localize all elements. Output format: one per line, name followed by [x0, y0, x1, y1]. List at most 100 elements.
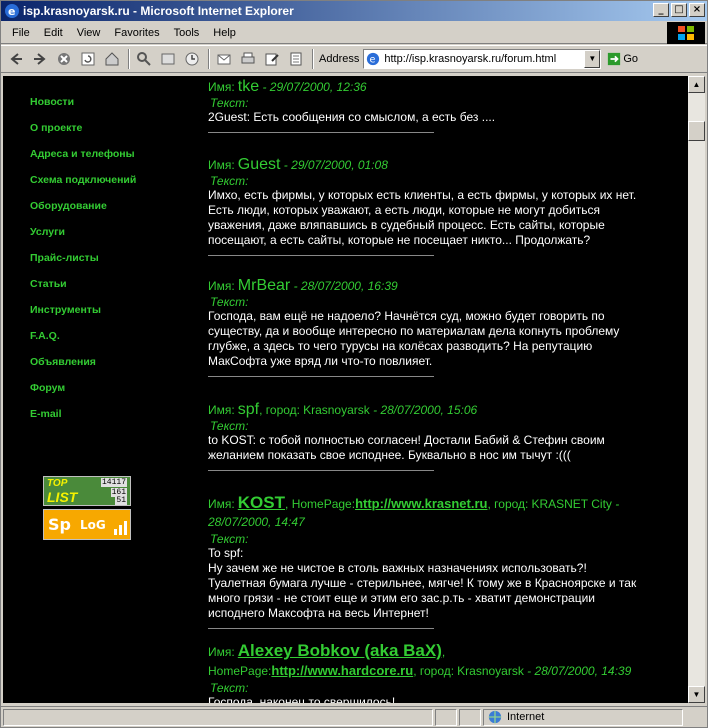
homepage-link[interactable]: http://www.krasnet.ru [355, 496, 487, 511]
author-city: KRASNET City [531, 497, 612, 511]
page-icon: e [367, 52, 380, 66]
nav-email[interactable]: E-mail [30, 406, 136, 432]
author-name-link[interactable]: KOST [238, 493, 285, 512]
stop-button[interactable] [53, 48, 75, 70]
author-name: spf [237, 401, 260, 418]
menu-help[interactable]: Help [206, 25, 243, 41]
post-divider [208, 132, 434, 133]
forward-button[interactable] [29, 48, 51, 70]
status-panel-lock [435, 708, 457, 726]
svg-text:e: e [8, 5, 15, 18]
post-date: 28/07/2000, 15:06 [380, 403, 478, 417]
go-label: Go [623, 53, 639, 65]
back-button[interactable] [5, 48, 27, 70]
status-panel-zone: Internet [483, 708, 683, 726]
address-bar[interactable]: e http://isp.krasnoyarsk.ru/forum.html ▼ [363, 49, 602, 69]
bar-chart-icon [114, 521, 127, 535]
nav-tools[interactable]: Инструменты [30, 302, 136, 328]
scroll-up-button[interactable]: ▲ [688, 76, 705, 93]
text-label: Текст: [210, 681, 249, 695]
city-label: город: [494, 497, 529, 511]
text-label: Текст: [210, 174, 249, 188]
minimize-button[interactable]: _ [653, 3, 669, 17]
nav-articles[interactable]: Статьи [30, 276, 136, 302]
nav-faq[interactable]: F.A.Q. [30, 328, 136, 354]
toolbar-separator [312, 49, 314, 69]
mail-button[interactable] [213, 48, 235, 70]
menu-view[interactable]: View [70, 25, 108, 41]
toplist-list-text: LIST [47, 489, 78, 505]
nav-contacts[interactable]: Адреса и телефоны [30, 146, 136, 172]
print-button[interactable] [237, 48, 259, 70]
go-arrow-icon [608, 52, 621, 66]
splog-counter-badge[interactable]: Sp LoG [43, 509, 131, 540]
site-nav: Новости О проекте Адреса и телефоны Схем… [30, 94, 136, 432]
toplist-count-3: 51 [115, 496, 127, 505]
discuss-icon [290, 52, 302, 66]
author-name: Guest [237, 156, 281, 173]
forum-post: Имя: spf, город: Krasnoyarsk - 28/07/200… [208, 401, 640, 471]
post-body: Господа, вам ещё не надоело? Начнётся су… [208, 309, 620, 368]
nav-announcements[interactable]: Объявления [30, 354, 136, 380]
browser-window: e isp.krasnoyarsk.ru - Microsoft Interne… [0, 0, 708, 728]
address-label: Address [319, 53, 360, 65]
text-label: Текст: [210, 532, 249, 546]
toplist-top-text: TOP [47, 478, 68, 489]
menu-tools[interactable]: Tools [167, 25, 207, 41]
splog-log-text: LoG [80, 518, 106, 532]
homepage-link[interactable]: http://www.hardcore.ru [271, 663, 413, 678]
favorites-button[interactable] [157, 48, 179, 70]
menu-favorites[interactable]: Favorites [107, 25, 166, 41]
scroll-down-button[interactable]: ▼ [688, 686, 705, 703]
menu-file[interactable]: File [5, 25, 37, 41]
refresh-button[interactable] [77, 48, 99, 70]
nav-connection-scheme[interactable]: Схема подключений [30, 172, 136, 198]
author-name-link[interactable]: Alexey Bobkov (aka BaX) [238, 641, 442, 660]
author-name: tke [237, 78, 260, 95]
go-button[interactable]: Go [607, 52, 638, 66]
menu-edit[interactable]: Edit [37, 25, 70, 41]
name-label: Имя: [208, 279, 235, 293]
post-body: Господа, наконец то свершилось! [208, 695, 396, 703]
toplist-counter-badge[interactable]: TOP LIST 14117 161 51 [43, 476, 131, 506]
homepage-label: HomePage: [291, 497, 356, 511]
nav-news[interactable]: Новости [30, 94, 136, 120]
vertical-scrollbar[interactable]: ▲ ▼ [688, 76, 705, 703]
toplist-count-1: 14117 [100, 478, 127, 487]
post-divider [208, 628, 434, 629]
print-icon [241, 52, 255, 64]
home-icon [105, 52, 119, 66]
forward-icon [34, 53, 46, 65]
toolbar: Address e http://isp.krasnoyarsk.ru/foru… [1, 45, 707, 73]
stop-icon [58, 53, 70, 65]
history-button[interactable] [181, 48, 203, 70]
post-body: Ну зачем же не чистое в столь важных наз… [208, 561, 637, 620]
scroll-thumb[interactable] [688, 121, 705, 141]
favorites-icon [161, 53, 175, 65]
post-body: Имхо, есть фирмы, у которых есть клиенты… [208, 188, 637, 247]
windows-logo-icon [667, 22, 705, 44]
search-button[interactable] [133, 48, 155, 70]
maximize-button[interactable]: □ [671, 3, 687, 17]
nav-about[interactable]: О проекте [30, 120, 136, 146]
nav-services[interactable]: Услуги [30, 224, 136, 250]
home-button[interactable] [101, 48, 123, 70]
text-label: Текст: [210, 96, 249, 110]
text-label: Текст: [210, 419, 249, 433]
toolbar-separator [208, 49, 210, 69]
status-panel-main [3, 708, 433, 726]
city-label: город: [265, 403, 301, 417]
post-body-greeting: To spf: [208, 546, 244, 560]
discuss-button[interactable] [285, 48, 307, 70]
nav-price-lists[interactable]: Прайс-листы [30, 250, 136, 276]
close-button[interactable]: × [689, 3, 705, 17]
nav-forum[interactable]: Форум [30, 380, 136, 406]
address-dropdown-button[interactable]: ▼ [584, 50, 601, 68]
edit-button[interactable] [261, 48, 283, 70]
homepage-label: HomePage: [208, 664, 272, 678]
city-label: город: [419, 664, 455, 678]
refresh-icon [81, 52, 95, 66]
nav-equipment[interactable]: Оборудование [30, 198, 136, 224]
status-panel-progress [459, 708, 481, 726]
author-name: MrBear [237, 277, 291, 294]
